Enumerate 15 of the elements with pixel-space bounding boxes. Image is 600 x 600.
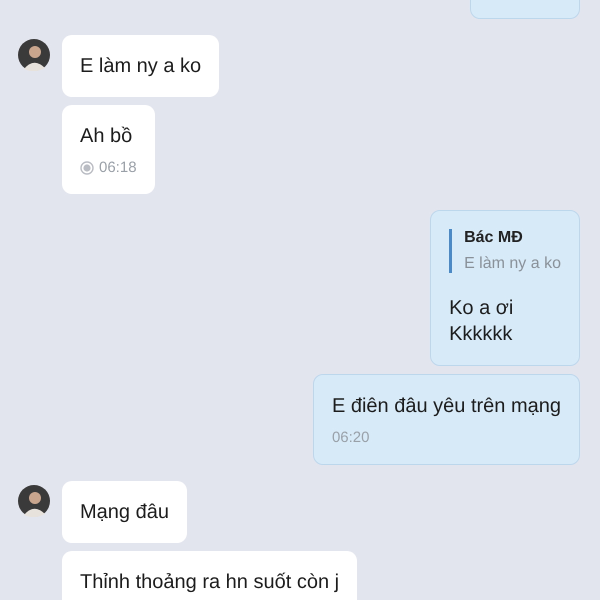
message-time: 06:20 (332, 429, 370, 446)
avatar-icon[interactable] (18, 39, 50, 71)
message-text: Kkkkkk (449, 322, 512, 347)
message-text: E làm ny a ko (80, 54, 202, 79)
quote-author: Bác MĐ (464, 229, 524, 247)
message-text: E điên đâu yêu trên mạng (332, 394, 561, 419)
message-text: Ko a ơi (449, 296, 514, 321)
message-text: Ah bồ (80, 124, 132, 149)
message-text: Thỉnh thoảng ra hn suốt còn j (80, 570, 340, 595)
status-icon (80, 160, 94, 174)
message-time: 06:18 (99, 159, 137, 176)
avatar-icon[interactable] (18, 485, 50, 517)
quote-text: E làm ny a ko (464, 255, 561, 273)
quoted-message[interactable]: Bác MĐ E làm ny a ko (449, 229, 561, 273)
message-text: Mạng đâu (80, 500, 169, 525)
